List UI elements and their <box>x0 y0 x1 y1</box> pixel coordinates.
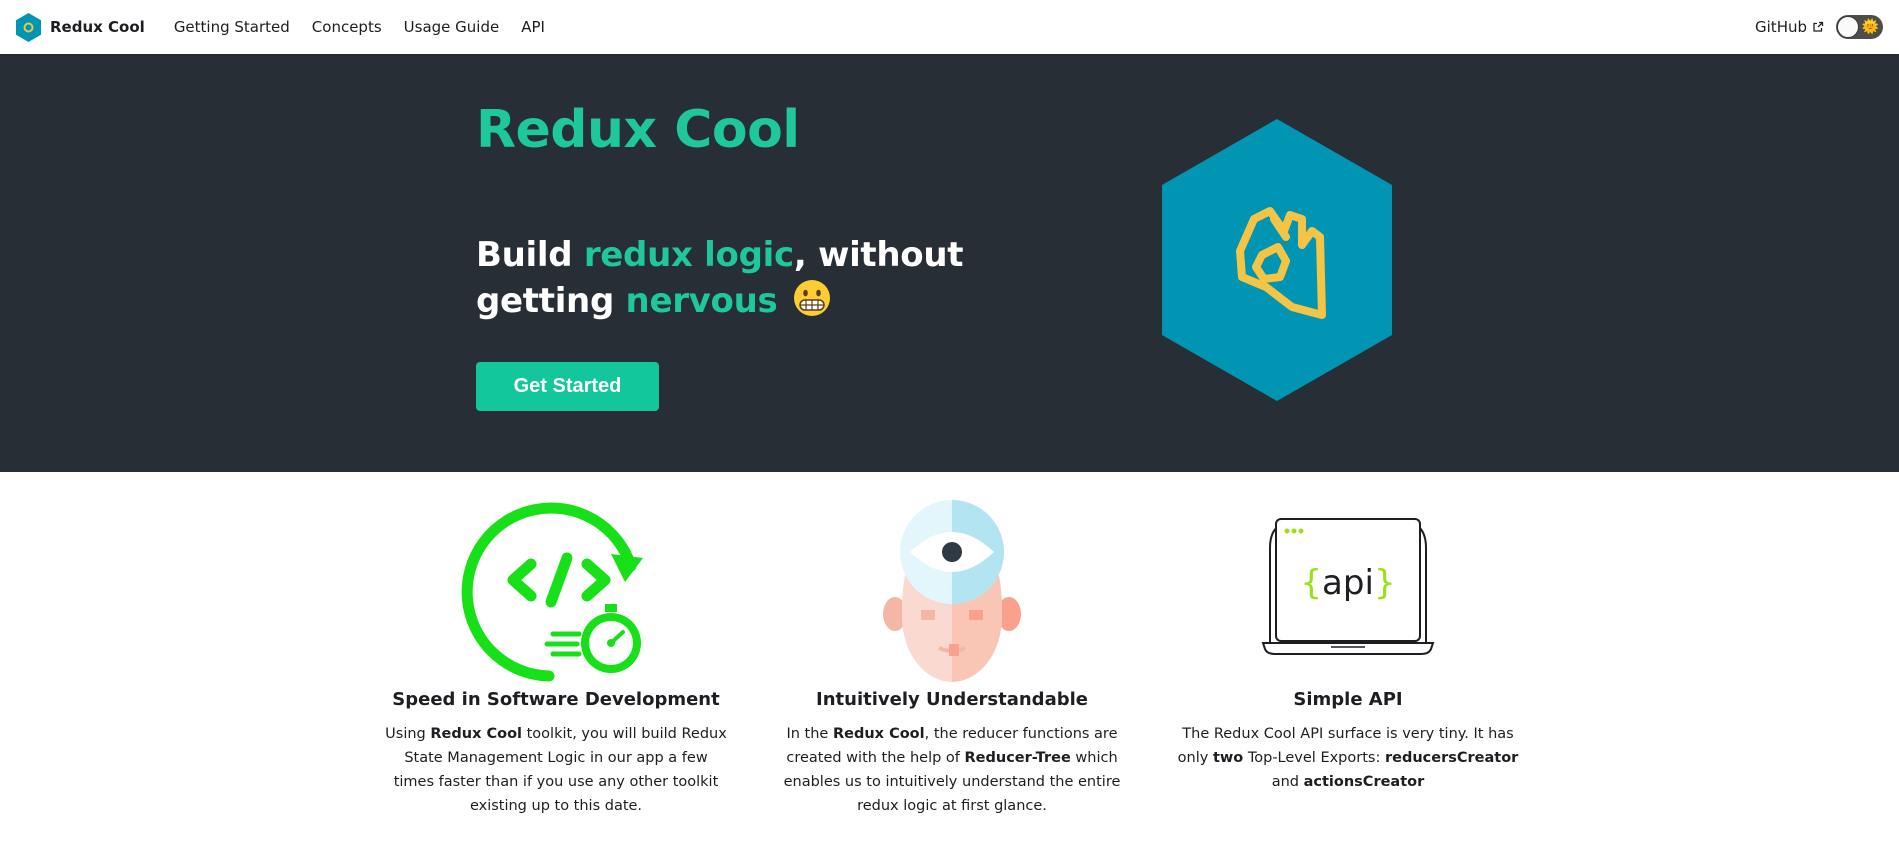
feature-title-understandable: Intuitively Understandable <box>816 689 1088 710</box>
desc-text: Using <box>385 726 431 742</box>
redux-cool-logo-icon <box>16 12 41 42</box>
hero-tagline: Build redux logic, without getting nervo… <box>476 232 1096 324</box>
api-laptop-icon: {api} <box>1261 518 1435 655</box>
sun-icon: 🌞 <box>1861 19 1879 35</box>
feature-desc-understandable: In the Redux Cool, the reducer functions… <box>772 722 1132 818</box>
feature-title-simple-api: Simple API <box>1293 689 1403 710</box>
desc-text: In the <box>786 726 833 742</box>
external-link-icon <box>1813 21 1824 32</box>
api-screen-text: {api} <box>1300 563 1395 603</box>
nav-link-api[interactable]: API <box>510 18 556 36</box>
theme-toggle[interactable]: 🌞 <box>1836 15 1883 39</box>
feature-understandable: Intuitively Understandable In the Redux … <box>772 498 1132 818</box>
hero-section: Redux Cool Build redux logic, without ge… <box>0 54 1899 472</box>
grimacing-face-emoji-icon <box>794 280 830 316</box>
hero-title: Redux Cool <box>476 100 800 160</box>
theme-toggle-knob <box>1837 16 1859 38</box>
tagline-highlight-nervous: nervous <box>625 281 778 321</box>
navbar: Redux Cool Getting Started Concepts Usag… <box>0 0 1899 54</box>
nav-link-concepts[interactable]: Concepts <box>301 18 393 36</box>
get-started-button[interactable]: Get Started <box>476 362 659 411</box>
nav-link-usage-guide[interactable]: Usage Guide <box>393 18 511 36</box>
feature-desc-simple-api: The Redux Cool API surface is very tiny.… <box>1168 722 1528 794</box>
tagline-part1: Build <box>476 235 584 275</box>
feature-speed: Speed in Software Development Using Redu… <box>376 498 736 818</box>
feature-simple-api: {api} Simple API The Redux Cool API surf… <box>1168 498 1528 794</box>
desc-text: Top-Level Exports: <box>1243 750 1385 766</box>
desc-bold: two <box>1212 750 1244 766</box>
desc-bold: Redux Cool <box>832 726 925 742</box>
navbar-right: GitHub 🌞 <box>1755 15 1883 39</box>
tagline-highlight-redux-logic: redux logic <box>583 235 794 275</box>
feature-title-speed: Speed in Software Development <box>392 689 720 710</box>
desc-bold: Redux Cool <box>430 726 523 742</box>
brand-link[interactable]: Redux Cool <box>16 12 145 42</box>
desc-bold: reducersCreator <box>1384 750 1519 766</box>
code-speed-stopwatch-icon <box>461 502 643 682</box>
brand-title: Redux Cool <box>50 18 145 36</box>
ok-hand-hexagon-icon <box>1162 119 1392 401</box>
desc-text: and <box>1271 774 1304 790</box>
feature-desc-speed: Using Redux Cool toolkit, you will build… <box>376 722 736 818</box>
github-link[interactable]: GitHub <box>1755 18 1824 36</box>
github-label: GitHub <box>1755 18 1807 36</box>
nav-link-getting-started[interactable]: Getting Started <box>163 18 301 36</box>
third-eye-head-icon <box>883 500 1021 682</box>
desc-bold: actionsCreator <box>1303 774 1425 790</box>
desc-bold: Reducer-Tree <box>964 750 1071 766</box>
